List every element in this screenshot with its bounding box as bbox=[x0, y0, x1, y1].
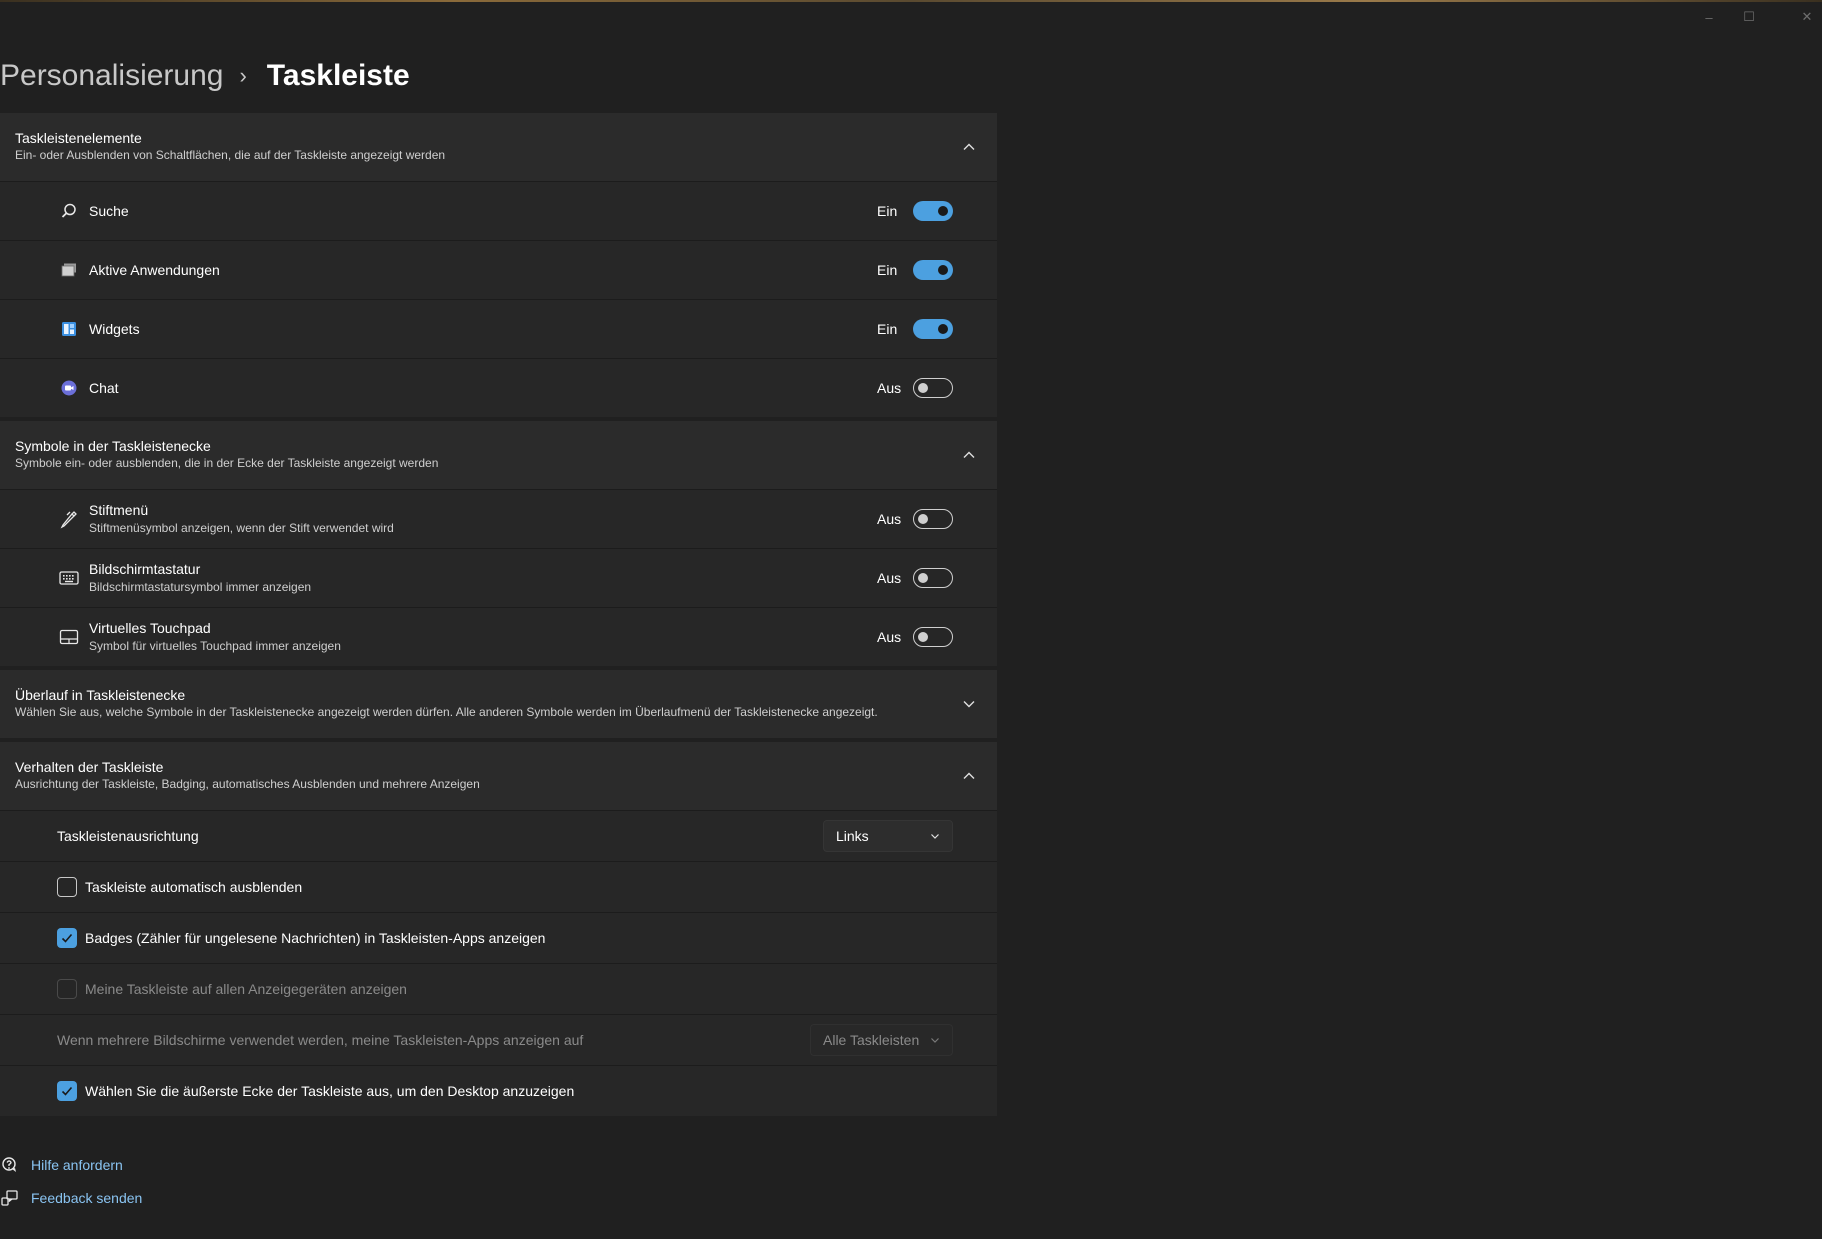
chevron-up-icon[interactable] bbox=[955, 421, 983, 489]
setting-row-search: Suche Ein bbox=[0, 181, 997, 240]
breadcrumb-parent-link[interactable]: Personalisierung bbox=[0, 59, 223, 93]
checkmark-icon bbox=[61, 933, 73, 943]
badges-checkbox[interactable] bbox=[57, 928, 77, 948]
setting-sublabel: Bildschirmtastatursymbol immer anzeigen bbox=[89, 580, 312, 594]
breadcrumb-separator: › bbox=[239, 63, 247, 88]
setting-row-virtual-touchpad: Virtuelles Touchpad Symbol für virtuelle… bbox=[0, 607, 997, 666]
pen-menu-toggle[interactable] bbox=[913, 509, 953, 529]
task-view-toggle[interactable] bbox=[913, 260, 953, 280]
all-displays-checkbox bbox=[57, 979, 77, 999]
setting-row-all-displays: Meine Taskleiste auf allen Anzeigegeräte… bbox=[0, 963, 997, 1014]
setting-row-pen-menu: Stiftmenü Stiftmenüsymbol anzeigen, wenn… bbox=[0, 489, 997, 548]
section-title: Taskleistenelemente bbox=[15, 130, 142, 146]
chevron-up-icon[interactable] bbox=[955, 742, 983, 810]
touchpad-icon bbox=[58, 626, 80, 648]
section-behavior: Verhalten der Taskleiste Ausrichtung der… bbox=[0, 742, 997, 1116]
multi-monitor-dropdown: Alle Taskleisten bbox=[810, 1024, 953, 1056]
close-button[interactable]: ✕ bbox=[1792, 0, 1822, 34]
setting-label: Suche bbox=[89, 203, 129, 219]
toggle-state-label: Aus bbox=[877, 511, 902, 527]
auto-hide-label[interactable]: Taskleiste automatisch ausblenden bbox=[85, 879, 302, 895]
virtual-touchpad-toggle[interactable] bbox=[913, 627, 953, 647]
search-icon bbox=[58, 200, 80, 222]
alignment-dropdown-value: Links bbox=[836, 828, 869, 844]
setting-label: Virtuelles Touchpad bbox=[89, 620, 211, 636]
toggle-state-label: Aus bbox=[877, 570, 902, 586]
task-view-icon bbox=[58, 259, 80, 281]
section-header-overflow[interactable]: Überlauf in Taskleistenecke Wählen Sie a… bbox=[0, 670, 997, 738]
alignment-dropdown[interactable]: Links bbox=[823, 820, 953, 852]
touch-keyboard-toggle[interactable] bbox=[913, 568, 953, 588]
far-corner-checkbox[interactable] bbox=[57, 1081, 77, 1101]
section-title: Symbole in der Taskleistenecke bbox=[15, 438, 211, 454]
setting-row-auto-hide: Taskleiste automatisch ausblenden bbox=[0, 861, 997, 912]
setting-row-multi-monitor: Wenn mehrere Bildschirme verwendet werde… bbox=[0, 1014, 997, 1065]
section-header-behavior[interactable]: Verhalten der Taskleiste Ausrichtung der… bbox=[0, 742, 997, 810]
section-header-corner-icons[interactable]: Symbole in der Taskleistenecke Symbole e… bbox=[0, 421, 997, 489]
setting-row-far-corner: Wählen Sie die äußerste Ecke der Tasklei… bbox=[0, 1065, 997, 1116]
window-top-border bbox=[0, 0, 1822, 2]
section-title: Überlauf in Taskleistenecke bbox=[15, 687, 186, 703]
setting-sublabel: Stiftmenüsymbol anzeigen, wenn der Stift… bbox=[89, 521, 394, 535]
section-corner-icons: Symbole in der Taskleistenecke Symbole e… bbox=[0, 421, 997, 666]
setting-row-widgets: Widgets Ein bbox=[0, 299, 997, 358]
feedback-link-text[interactable]: Feedback senden bbox=[31, 1190, 142, 1206]
chevron-down-icon bbox=[930, 831, 940, 841]
section-title: Verhalten der Taskleiste bbox=[15, 759, 164, 775]
auto-hide-checkbox[interactable] bbox=[57, 877, 77, 897]
chevron-up-icon[interactable] bbox=[955, 113, 983, 181]
toggle-state-label: Ein bbox=[877, 321, 898, 337]
setting-row-chat: Chat Aus bbox=[0, 358, 997, 417]
section-description: Symbole ein- oder ausblenden, die in der… bbox=[15, 456, 439, 470]
setting-row-task-view: Aktive Anwendungen Ein bbox=[0, 240, 997, 299]
toggle-state-label: Ein bbox=[877, 203, 898, 219]
chevron-down-icon[interactable] bbox=[955, 670, 983, 738]
setting-row-alignment: Taskleistenausrichtung Links bbox=[0, 810, 997, 861]
help-link[interactable]: Hilfe anfordern bbox=[0, 1148, 142, 1181]
far-corner-label[interactable]: Wählen Sie die äußerste Ecke der Tasklei… bbox=[85, 1083, 574, 1099]
help-chat-icon bbox=[0, 1155, 20, 1175]
setting-row-badges: Badges (Zähler für ungelesene Nachrichte… bbox=[0, 912, 997, 963]
setting-label: Stiftmenü bbox=[89, 502, 149, 518]
feedback-link[interactable]: Feedback senden bbox=[0, 1181, 142, 1214]
all-displays-label: Meine Taskleiste auf allen Anzeigegeräte… bbox=[85, 981, 407, 997]
section-overflow: Überlauf in Taskleistenecke Wählen Sie a… bbox=[0, 670, 997, 738]
widgets-icon bbox=[58, 318, 80, 340]
toggle-state-label: Aus bbox=[877, 629, 902, 645]
minimize-button[interactable]: – bbox=[1694, 0, 1724, 34]
setting-row-touch-keyboard: Bildschirmtastatur Bildschirmtastatursym… bbox=[0, 548, 997, 607]
section-description: Ein- oder Ausblenden von Schaltflächen, … bbox=[15, 148, 446, 162]
feedback-icon bbox=[0, 1188, 20, 1208]
section-description: Wählen Sie aus, welche Symbole in der Ta… bbox=[15, 705, 878, 719]
setting-label: Widgets bbox=[89, 321, 140, 337]
setting-label: Chat bbox=[89, 380, 119, 396]
setting-sublabel: Symbol für virtuelles Touchpad immer anz… bbox=[89, 639, 341, 653]
keyboard-icon bbox=[58, 567, 80, 589]
footer-links: Hilfe anfordern Feedback senden bbox=[0, 1148, 142, 1214]
chat-toggle[interactable] bbox=[913, 378, 953, 398]
breadcrumb: Personalisierung › Taskleiste bbox=[0, 56, 410, 96]
setting-label: Aktive Anwendungen bbox=[89, 262, 220, 278]
toggle-state-label: Ein bbox=[877, 262, 898, 278]
checkmark-icon bbox=[61, 1086, 73, 1096]
toggle-state-label: Aus bbox=[877, 380, 902, 396]
section-description: Ausrichtung der Taskleiste, Badging, aut… bbox=[15, 777, 480, 791]
chevron-down-icon bbox=[930, 1035, 940, 1045]
alignment-label: Taskleistenausrichtung bbox=[57, 828, 199, 844]
search-toggle[interactable] bbox=[913, 201, 953, 221]
widgets-toggle[interactable] bbox=[913, 319, 953, 339]
pen-icon bbox=[58, 508, 80, 530]
setting-label: Bildschirmtastatur bbox=[89, 561, 201, 577]
help-link-text[interactable]: Hilfe anfordern bbox=[31, 1157, 123, 1173]
page-title: Taskleiste bbox=[266, 59, 410, 92]
chat-icon bbox=[58, 377, 80, 399]
badges-label[interactable]: Badges (Zähler für ungelesene Nachrichte… bbox=[85, 930, 545, 946]
multi-monitor-dropdown-value: Alle Taskleisten bbox=[823, 1032, 920, 1048]
multi-monitor-label: Wenn mehrere Bildschirme verwendet werde… bbox=[57, 1032, 584, 1048]
section-header-taskbar-items[interactable]: Taskleistenelemente Ein- oder Ausblenden… bbox=[0, 113, 997, 181]
maximize-button[interactable]: ☐ bbox=[1734, 0, 1764, 34]
section-taskbar-items: Taskleistenelemente Ein- oder Ausblenden… bbox=[0, 113, 997, 417]
